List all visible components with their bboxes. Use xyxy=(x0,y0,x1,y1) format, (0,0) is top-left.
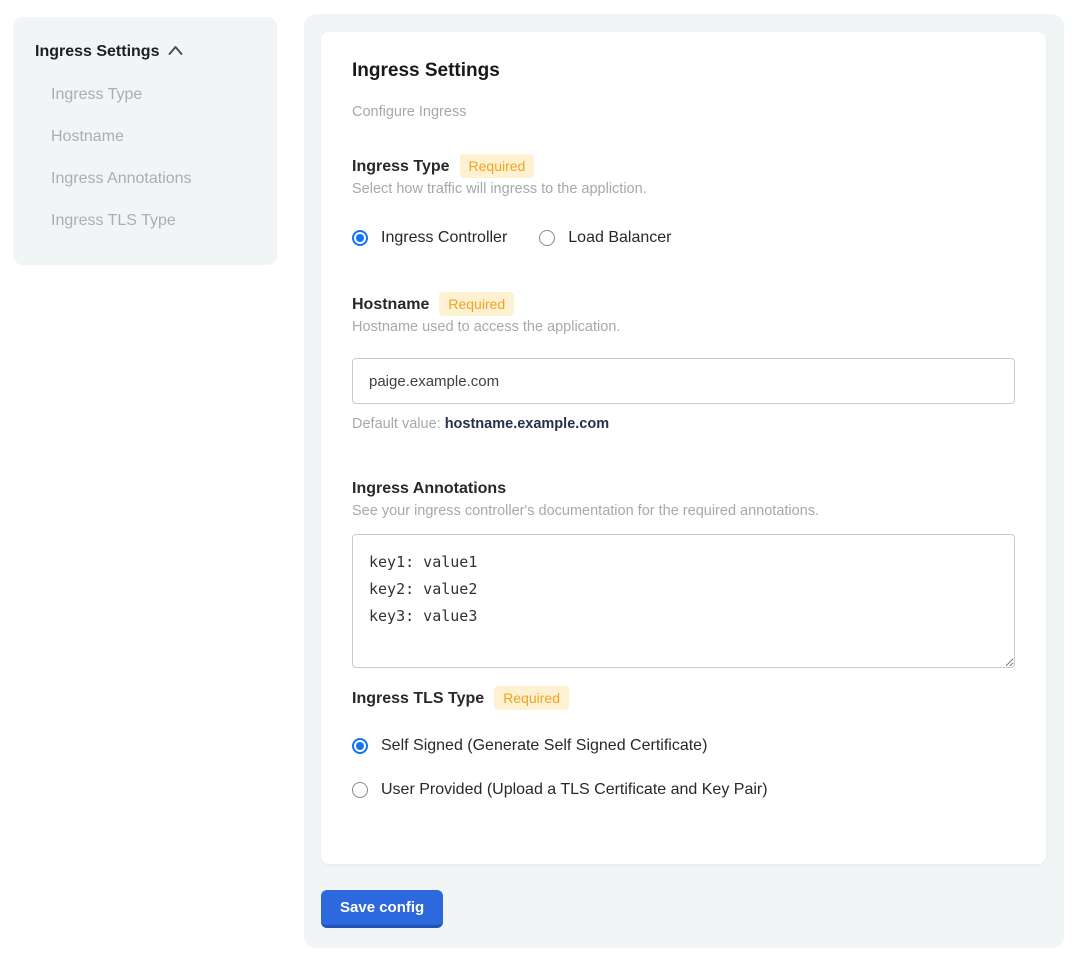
radio-button-icon[interactable] xyxy=(352,738,368,754)
sidebar-item-hostname[interactable]: Hostname xyxy=(51,127,259,146)
sidebar-item-ingress-type[interactable]: Ingress Type xyxy=(51,85,259,104)
radio-button-icon[interactable] xyxy=(539,230,555,246)
radio-self-signed[interactable]: Self Signed (Generate Self Signed Certif… xyxy=(352,736,1015,755)
hostname-default-value: Default value: hostname.example.com xyxy=(352,416,1015,432)
radio-button-icon[interactable] xyxy=(352,230,368,246)
radio-ingress-controller[interactable]: Ingress Controller xyxy=(352,228,507,247)
required-badge: Required xyxy=(494,686,569,710)
ingress-settings-panel: Ingress Settings Configure Ingress Ingre… xyxy=(304,14,1064,948)
ingress-type-heading: Ingress Type xyxy=(352,157,450,176)
default-value-prefix: Default value: xyxy=(352,416,445,432)
hostname-input[interactable] xyxy=(352,358,1015,404)
required-badge: Required xyxy=(460,154,535,178)
ingress-annotations-description: See your ingress controller's documentat… xyxy=(352,503,1015,520)
save-config-button[interactable]: Save config xyxy=(321,890,443,928)
ingress-annotations-heading: Ingress Annotations xyxy=(352,479,506,498)
sidebar-group-label: Ingress Settings xyxy=(35,43,159,61)
hostname-description: Hostname used to access the application. xyxy=(352,319,1015,336)
radio-button-icon[interactable] xyxy=(352,782,368,798)
radio-label: Ingress Controller xyxy=(381,228,507,247)
sidebar-group-ingress-settings[interactable]: Ingress Settings xyxy=(35,43,259,61)
settings-sidebar: Ingress Settings Ingress Type Hostname I… xyxy=(13,17,277,265)
hostname-heading: Hostname xyxy=(352,295,429,314)
sidebar-item-list: Ingress Type Hostname Ingress Annotation… xyxy=(35,85,259,230)
ingress-settings-card: Ingress Settings Configure Ingress Ingre… xyxy=(321,32,1046,864)
radio-label: User Provided (Upload a TLS Certificate … xyxy=(381,780,768,799)
radio-load-balancer[interactable]: Load Balancer xyxy=(539,228,671,247)
required-badge: Required xyxy=(439,292,514,316)
ingress-type-description: Select how traffic will ingress to the a… xyxy=(352,181,1015,198)
page-title: Ingress Settings xyxy=(352,60,1015,82)
section-hostname: Hostname Required Hostname used to acces… xyxy=(352,292,1015,432)
ingress-type-radio-group: Ingress Controller Load Balancer xyxy=(352,228,1015,247)
sidebar-item-ingress-annotations[interactable]: Ingress Annotations xyxy=(51,169,259,188)
section-ingress-type: Ingress Type Required Select how traffic… xyxy=(352,154,1015,247)
radio-label: Self Signed (Generate Self Signed Certif… xyxy=(381,736,707,755)
section-ingress-tls-type: Ingress TLS Type Required Self Signed (G… xyxy=(352,686,1015,799)
sidebar-item-ingress-tls-type[interactable]: Ingress TLS Type xyxy=(51,211,259,230)
default-value-text: hostname.example.com xyxy=(445,416,609,432)
tls-radio-group: Self Signed (Generate Self Signed Certif… xyxy=(352,736,1015,799)
radio-user-provided[interactable]: User Provided (Upload a TLS Certificate … xyxy=(352,780,1015,799)
page-subtitle: Configure Ingress xyxy=(352,104,1015,121)
radio-label: Load Balancer xyxy=(568,228,671,247)
ingress-annotations-textarea[interactable]: key1: value1 key2: value2 key3: value3 xyxy=(352,534,1015,668)
chevron-up-icon xyxy=(168,43,183,61)
section-ingress-annotations: Ingress Annotations See your ingress con… xyxy=(352,476,1015,668)
ingress-tls-type-heading: Ingress TLS Type xyxy=(352,689,484,708)
